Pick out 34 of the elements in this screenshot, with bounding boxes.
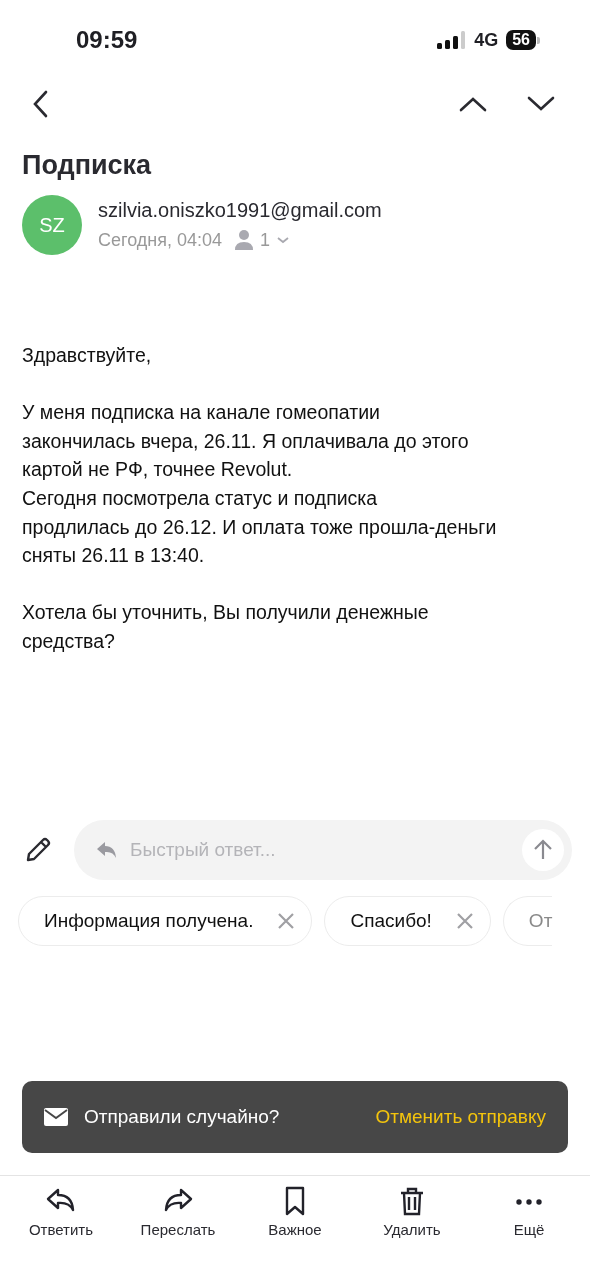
suggestion-chip[interactable]: Спасибо! (324, 895, 491, 946)
mail-date: Сегодня, 04:04 (98, 229, 223, 251)
recipients-count: 1 (260, 229, 271, 251)
toolbar-button[interactable]: Ответить (6, 1186, 116, 1238)
toolbar-button[interactable]: Важное (240, 1186, 350, 1238)
battery-level: 56 (506, 30, 536, 50)
signal-icon (436, 30, 467, 50)
person-icon (234, 229, 255, 251)
undo-send-link[interactable]: Отменить отправку (375, 1106, 546, 1128)
sender-avatar: SZ (22, 195, 82, 255)
sender-address: szilvia.oniszko1991@gmail.com (98, 199, 382, 222)
close-icon[interactable] (455, 911, 474, 930)
toolbar-button[interactable]: Переслать (123, 1186, 233, 1238)
suggestion-chip[interactable]: Информация получена. (18, 895, 313, 946)
chevron-down-icon (276, 236, 291, 244)
send-button[interactable] (522, 828, 564, 871)
toast-message: Отправили случайно? (84, 1106, 281, 1128)
network-label: 4G (474, 29, 499, 51)
body-paragraph: У меня подписка на канале гомеопатии закончилась вчера, 26.11. Я оплачивала до этого картой не РФ, точнее Revolut. Сегодня посмотрела статус и подписка продлилась до 26.12. И оплата тоже прошла-деньги сняты 26.11 в 13:40. (22, 400, 498, 569)
clock-time: 09:59 (76, 26, 139, 54)
quick-reply-box[interactable]: Быстрый ответ... (74, 819, 572, 880)
body-paragraph: Хотела бы уточнить, Вы получили денежные средства? (22, 600, 430, 654)
envelope-icon (44, 1108, 68, 1126)
close-icon[interactable] (277, 911, 296, 930)
mail-subject: Подписка (22, 150, 153, 181)
body-paragraph: Здравствуйте, (22, 343, 153, 368)
more-icon (516, 1199, 542, 1205)
pencil-icon[interactable] (24, 835, 52, 864)
reply-icon (96, 840, 118, 859)
toolbar-button[interactable]: Удалить (357, 1186, 467, 1238)
quick-reply-field[interactable]: Быстрый ответ... (128, 837, 512, 862)
toolbar-button[interactable]: Ещё (474, 1186, 584, 1238)
suggestion-chip[interactable]: От (502, 895, 553, 946)
arrow-up-icon (533, 838, 553, 861)
